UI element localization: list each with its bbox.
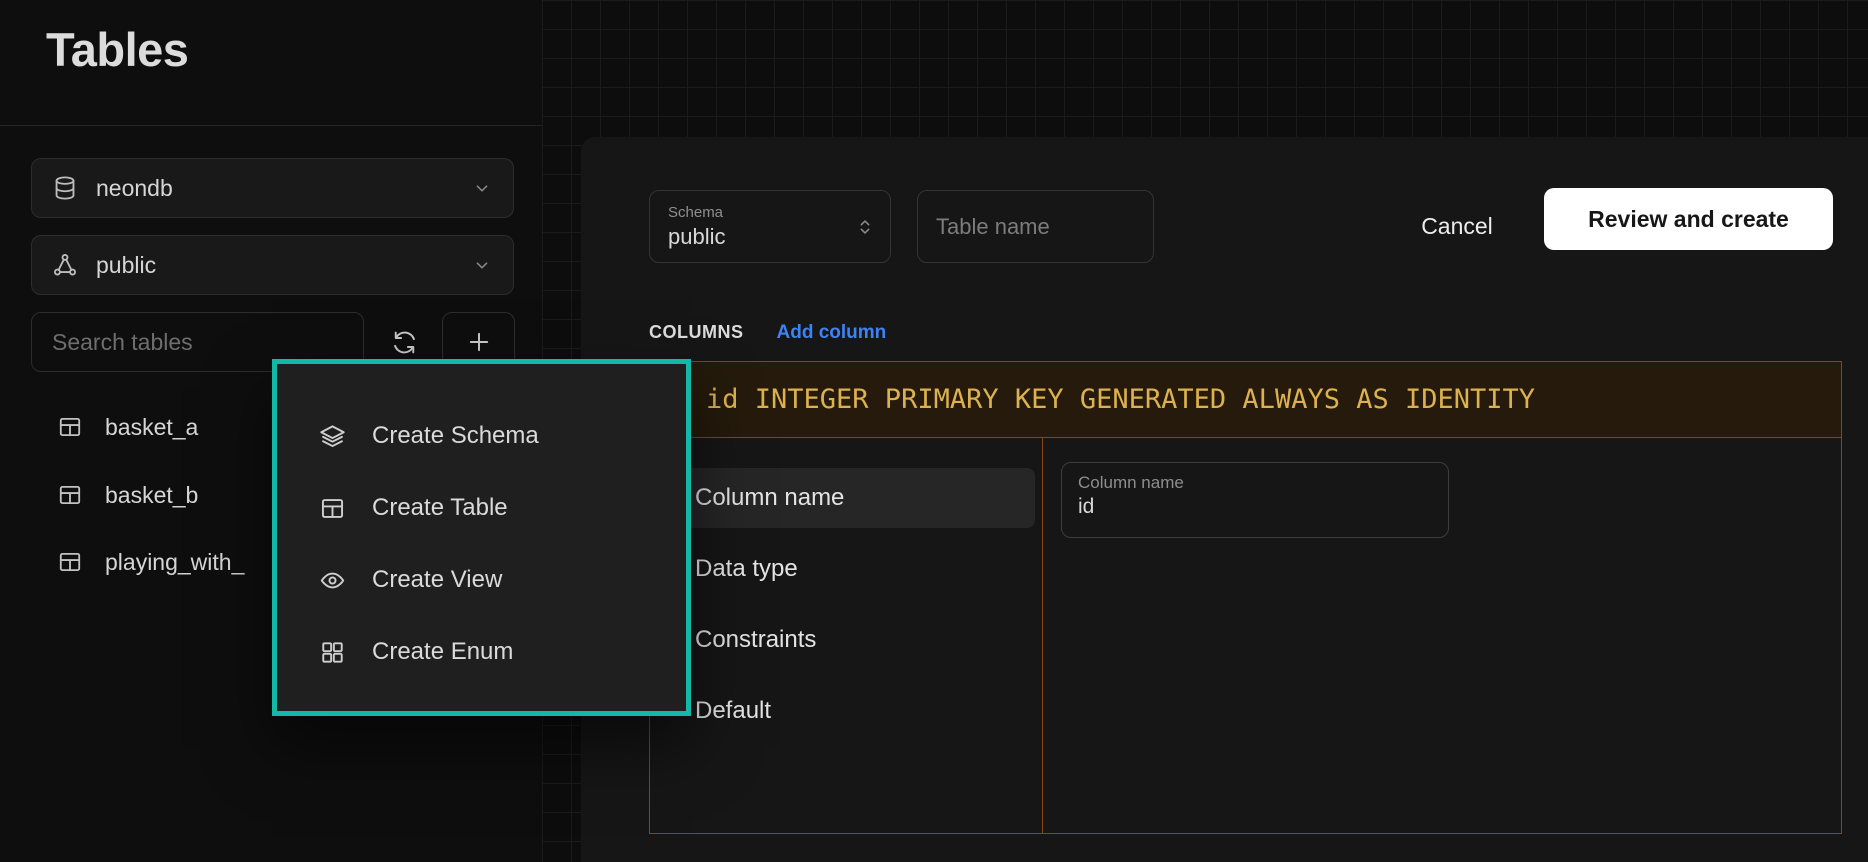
app-root: Tables neondb public: [0, 0, 1868, 862]
table-icon: [57, 549, 83, 575]
table-name: playing_with_: [105, 549, 244, 576]
column-definition-box: id INTEGER PRIMARY KEY GENERATED ALWAYS …: [649, 361, 1842, 834]
menu-item-create-table[interactable]: Create Table: [277, 472, 686, 544]
create-dropdown-menu: Create Schema Create Table Create View: [272, 359, 691, 716]
database-icon: [52, 175, 78, 201]
review-and-create-button[interactable]: Review and create: [1544, 188, 1833, 250]
tab-label: Default: [695, 697, 771, 725]
menu-item-create-enum[interactable]: Create Enum: [277, 616, 686, 688]
view-icon: [319, 567, 346, 594]
column-name-field-label: Column name: [1078, 473, 1432, 493]
menu-item-create-view[interactable]: Create View: [277, 544, 686, 616]
column-detail-panel: Column name: [1043, 438, 1841, 833]
create-table-panel: Schema public Cancel Review and create C…: [581, 137, 1868, 862]
columns-header-row: COLUMNS Add column: [649, 322, 886, 344]
schema-select-value: public: [96, 252, 156, 279]
schema-icon: [52, 252, 78, 278]
columns-heading: COLUMNS: [649, 322, 744, 343]
table-name-input[interactable]: [917, 190, 1154, 263]
column-name-field[interactable]: Column name: [1061, 462, 1449, 538]
tab-data-type[interactable]: Data type: [657, 539, 1035, 599]
chevron-down-icon: [471, 254, 493, 276]
database-select-value: neondb: [96, 175, 173, 202]
schema-field[interactable]: Schema public: [649, 190, 891, 263]
tab-label: Constraints: [695, 626, 816, 654]
tab-default[interactable]: Default: [657, 681, 1035, 741]
menu-item-label: Create Table: [372, 494, 508, 522]
cancel-button[interactable]: Cancel: [1387, 190, 1527, 263]
chevron-down-icon: [471, 177, 493, 199]
column-sql-row[interactable]: id INTEGER PRIMARY KEY GENERATED ALWAYS …: [650, 362, 1841, 438]
table-icon: [57, 482, 83, 508]
tab-label: Column name: [695, 484, 844, 512]
schema-select[interactable]: public: [31, 235, 514, 295]
layers-icon: [319, 423, 346, 450]
column-settings-body: Column name Data type Constraints Defaul…: [650, 438, 1841, 833]
table-icon: [57, 414, 83, 440]
menu-item-create-schema[interactable]: Create Schema: [277, 400, 686, 472]
refresh-icon: [391, 329, 418, 356]
tab-label: Data type: [695, 555, 798, 583]
grid-icon: [319, 639, 346, 666]
menu-item-label: Create Enum: [372, 638, 513, 666]
table-name: basket_a: [105, 414, 198, 441]
tab-column-name[interactable]: Column name: [657, 468, 1035, 528]
plus-icon: [465, 328, 493, 356]
add-column-link[interactable]: Add column: [777, 322, 887, 344]
chevrons-up-down-icon: [854, 216, 876, 238]
table-name: basket_b: [105, 482, 198, 509]
column-name-input[interactable]: [1078, 495, 1432, 519]
sidebar-title: Tables: [46, 22, 188, 77]
menu-item-label: Create View: [372, 566, 502, 594]
menu-item-label: Create Schema: [372, 422, 539, 450]
table-icon: [319, 495, 346, 522]
sidebar-divider: [0, 125, 542, 126]
tab-constraints[interactable]: Constraints: [657, 610, 1035, 670]
column-sql-text: id INTEGER PRIMARY KEY GENERATED ALWAYS …: [706, 384, 1535, 415]
column-settings-tabs: Column name Data type Constraints Defaul…: [650, 438, 1043, 833]
database-select[interactable]: neondb: [31, 158, 514, 218]
